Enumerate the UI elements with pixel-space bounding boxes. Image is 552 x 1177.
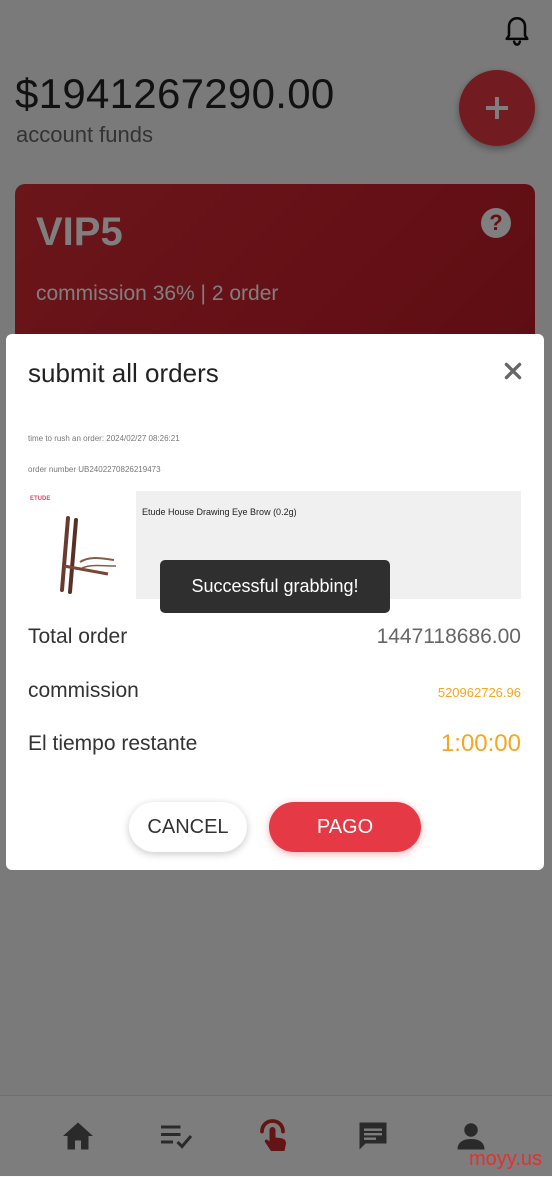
brand-logo: ETUDE (30, 496, 51, 502)
total-order-value: 1447118686.00 (376, 625, 521, 648)
total-order-label: Total order (28, 625, 128, 648)
cancel-button[interactable]: CANCEL (129, 802, 247, 852)
eyebrow-pencil-graphic (60, 516, 117, 594)
remaining-time-value: 1:00:00 (440, 730, 521, 757)
commission-label: commission (28, 679, 139, 702)
order-number: order number UB2402270826219473 (28, 465, 161, 474)
pay-button[interactable]: PAGO (269, 802, 421, 852)
commission-value: 520962726.96 (437, 685, 521, 700)
success-toast: Successful grabbing! (160, 560, 390, 613)
dialog-title: submit all orders (28, 358, 219, 388)
remaining-time-label: El tiempo restante (28, 732, 198, 755)
product-name: Etude House Drawing Eye Brow (0.2g) (142, 507, 297, 517)
rush-time: time to rush an order: 2024/02/27 08:26:… (28, 434, 180, 443)
close-icon[interactable] (502, 360, 524, 382)
watermark: moyy.us (469, 1148, 542, 1170)
product-image: ETUDE (28, 492, 132, 598)
